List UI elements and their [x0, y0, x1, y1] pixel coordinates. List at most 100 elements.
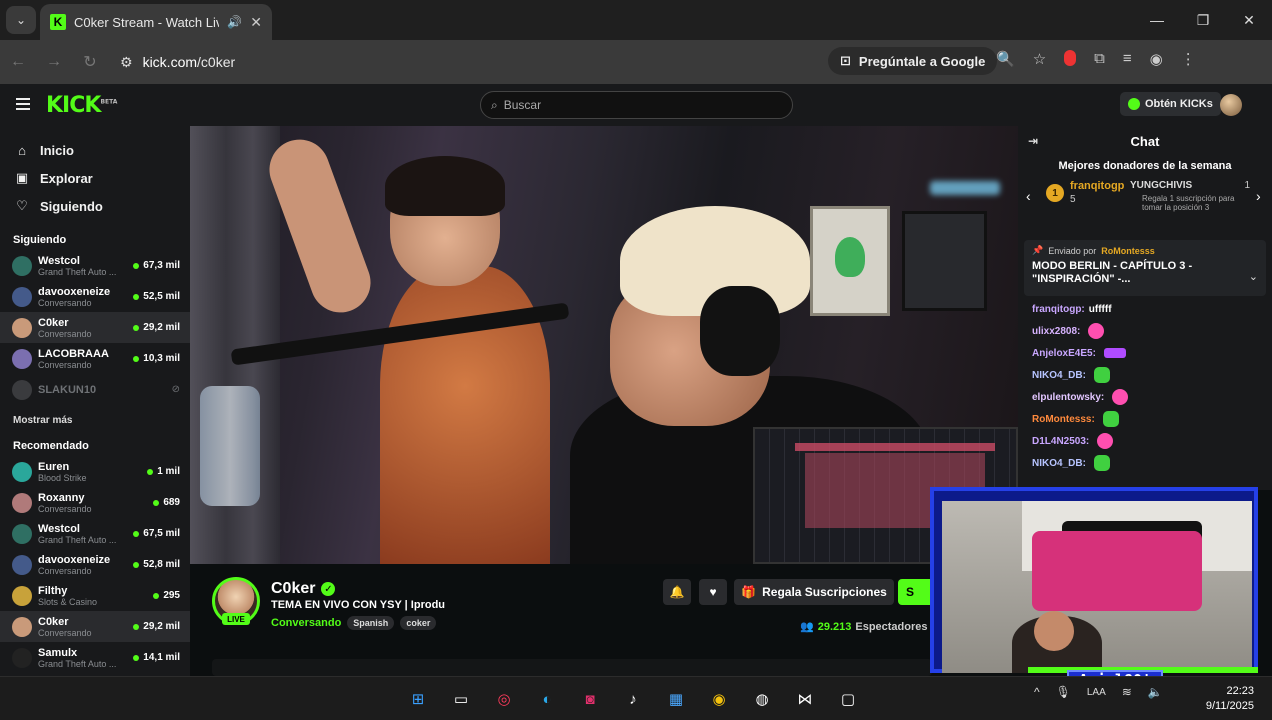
get-kicks-button[interactable]: Obtén KICKs	[1120, 92, 1221, 116]
close-window-button[interactable]: ✕	[1226, 0, 1272, 40]
start-windows-icon[interactable]: ⊞	[402, 683, 434, 715]
channel-game: Conversando	[38, 297, 92, 308]
nav-inicio[interactable]: ⌂ Inicio	[0, 136, 190, 164]
channel-name: Roxanny	[38, 491, 85, 504]
task-view-icon[interactable]: ▭	[445, 683, 477, 715]
notification-bell-button[interactable]: 🔔	[663, 579, 691, 605]
nav-siguiendo[interactable]: ♡ Siguiendo	[0, 192, 190, 220]
webcam-feed	[942, 501, 1252, 673]
zoom-icon[interactable]: 🔍	[996, 50, 1015, 68]
chat-username[interactable]: franqitogp:	[1032, 304, 1085, 315]
chat-message[interactable]: NIKO4_DB:	[1032, 452, 1268, 474]
channel-name: Westcol	[38, 254, 80, 267]
instagram-icon[interactable]: ◙	[574, 683, 606, 715]
chat-message[interactable]: AnjeloxE4E5:	[1032, 342, 1268, 364]
chevron-right-icon[interactable]: ›	[1256, 188, 1261, 204]
live-app-icon[interactable]: ▢	[832, 683, 864, 715]
chat-message[interactable]: RoMontesss:	[1032, 408, 1268, 430]
extension-red-icon[interactable]	[1064, 50, 1077, 66]
obs-icon[interactable]: ◍	[746, 683, 778, 715]
chrome-icon[interactable]: ◉	[703, 683, 735, 715]
sidebar-channel-davooxeneize[interactable]: davooxeneize Conversando 52,5 mil	[0, 281, 190, 312]
chat-message[interactable]: elpulentowsky:	[1032, 386, 1268, 408]
extensions-icon[interactable]: ⧉	[1094, 50, 1105, 68]
tab-audio-icon[interactable]: 🔊	[227, 15, 242, 29]
chevron-down-icon[interactable]: ⌄	[1249, 270, 1258, 283]
chat-username[interactable]: ulixx2808:	[1032, 326, 1080, 337]
reload-button[interactable]: ↻	[72, 52, 108, 72]
sidebar-rec-roxanny[interactable]: Roxanny Conversando 689	[0, 487, 190, 518]
collapse-chat-icon[interactable]: ⇥	[1028, 134, 1038, 148]
kick-logo[interactable]: KICKBETA	[46, 93, 117, 118]
minimize-button[interactable]: —	[1134, 0, 1180, 40]
chat-username[interactable]: NIKO4_DB:	[1032, 458, 1086, 469]
media-control-icon[interactable]: ≡	[1123, 50, 1132, 68]
ask-google-button[interactable]: ⊡ Pregúntale a Google	[828, 47, 998, 75]
gift-subscriptions-button[interactable]: 🎁 Regala Suscripciones	[734, 579, 894, 605]
maximize-button[interactable]: ❐	[1180, 0, 1226, 40]
sidebar-rec-filthy[interactable]: Filthy Slots & Casino 295	[0, 580, 190, 611]
main-nav: ⌂ Inicio ▣ Explorar ♡ Siguiendo	[0, 126, 190, 220]
kick-header: KICKBETA ⌕ Buscar Obtén KICKs	[0, 84, 1272, 126]
channel-name: C0ker	[38, 316, 69, 329]
store-icon[interactable]: ▦	[660, 683, 692, 715]
chat-message[interactable]: D1L4N2503:	[1032, 430, 1268, 452]
chat-username[interactable]: NIKO4_DB:	[1032, 370, 1086, 381]
sidebar-rec-samulx[interactable]: Samulx Grand Theft Auto ... 14,1 mil	[0, 642, 190, 673]
bell-icon: 🔔	[669, 585, 685, 599]
chat-username[interactable]: AnjeloxE4E5:	[1032, 348, 1096, 359]
back-button[interactable]: ←	[0, 53, 36, 71]
clock[interactable]: 22:23 9/11/2025	[1196, 684, 1254, 714]
browser-menu-icon[interactable]: ⋮	[1181, 50, 1196, 68]
chat-username[interactable]: D1L4N2503:	[1032, 436, 1089, 447]
video-poster-alien	[810, 206, 890, 316]
category-link[interactable]: Conversando	[271, 617, 341, 629]
channel-game: Conversando	[38, 328, 92, 339]
tab-close-icon[interactable]: ✕	[250, 14, 262, 31]
video-player[interactable]	[190, 126, 1018, 564]
tiktok-icon[interactable]: ♪	[617, 683, 649, 715]
search-input[interactable]: ⌕ Buscar	[480, 91, 793, 119]
site-info-icon[interactable]: ⚙	[120, 54, 133, 71]
sidebar-rec-davooxeneize[interactable]: davooxeneize Conversando 52,8 mil	[0, 549, 190, 580]
mic-icon[interactable]: 🎙	[1056, 685, 1071, 699]
browser-tab-active[interactable]: K C0ker Stream - Watch Live 🔊 ✕	[40, 4, 272, 40]
sidebar-rec-westcol[interactable]: Westcol Grand Theft Auto ... 67,5 mil	[0, 518, 190, 549]
bookmark-star-icon[interactable]: ☆	[1033, 50, 1046, 68]
sidebar-channel-westcol[interactable]: Westcol Grand Theft Auto ... 67,3 mil	[0, 250, 190, 281]
chat-username[interactable]: RoMontesss:	[1032, 414, 1095, 425]
menu-hamburger-icon[interactable]	[16, 98, 30, 113]
avatar	[12, 492, 32, 513]
follow-heart-button[interactable]: ♥	[699, 579, 727, 605]
chevron-left-icon[interactable]: ‹	[1026, 188, 1031, 204]
chat-emote-icon	[1088, 323, 1105, 339]
tag-chip[interactable]: coker	[400, 616, 437, 630]
capcut-icon[interactable]: ⋈	[789, 683, 821, 715]
tag-chip[interactable]: Spanish	[347, 616, 395, 630]
language-indicator[interactable]: LAA	[1087, 687, 1106, 698]
edge-icon[interactable]: ◐	[531, 683, 563, 715]
chat-username[interactable]: elpulentowsky:	[1032, 392, 1104, 403]
sidebar-channel-slakun10[interactable]: SLAKUN10 ⊘	[0, 374, 190, 405]
chat-message[interactable]: NIKO4_DB:	[1032, 364, 1268, 386]
pinned-message[interactable]: 📌 Enviado por RoMontesss MODO BERLIN - C…	[1024, 240, 1266, 296]
chat-message[interactable]: franqitogp: ufffff	[1032, 298, 1268, 320]
show-more-link[interactable]: Mostrar más	[0, 405, 190, 426]
user-avatar[interactable]	[1220, 94, 1242, 116]
forward-button[interactable]: →	[36, 53, 72, 71]
video-person1-hair	[385, 156, 505, 216]
nav-explorar[interactable]: ▣ Explorar	[0, 164, 190, 192]
sidebar-channel-lacobraaa[interactable]: LACOBRAAA Conversando 10,3 mil	[0, 343, 190, 374]
volume-icon[interactable]: 🔈	[1148, 685, 1163, 699]
wifi-icon[interactable]: ≋	[1122, 685, 1132, 699]
profile-avatar-icon[interactable]: ◉	[1150, 50, 1163, 68]
tab-search-dropdown[interactable]: ⌄	[6, 6, 36, 34]
opera-icon[interactable]: ◎	[488, 683, 520, 715]
chevron-up-icon[interactable]: ^	[1034, 685, 1040, 699]
chat-message[interactable]: ulixx2808:	[1032, 320, 1268, 342]
rank-medal: 1	[1046, 184, 1064, 202]
avatar	[12, 554, 32, 575]
sidebar-channel-c0ker[interactable]: C0ker Conversando 29,2 mil	[0, 312, 190, 343]
sidebar-rec-c0ker[interactable]: C0ker Conversando 29,2 mil	[0, 611, 190, 642]
sidebar-rec-euren[interactable]: Euren Blood Strike 1 mil	[0, 456, 190, 487]
